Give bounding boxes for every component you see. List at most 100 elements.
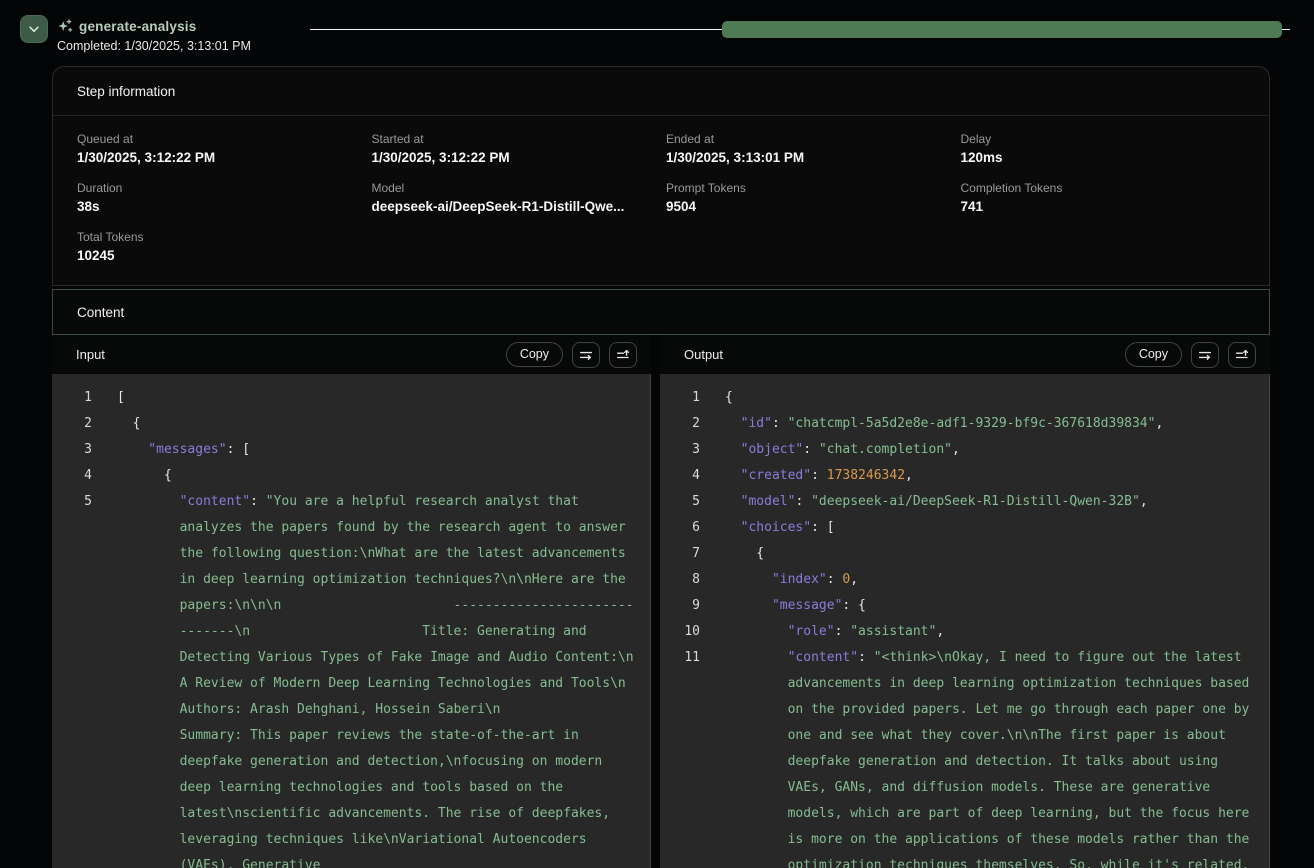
line-content: "message": { (725, 593, 1269, 619)
content-section-header: Content (52, 289, 1270, 335)
line-number: 4 (660, 463, 700, 489)
line-number: 5 (660, 489, 700, 515)
input-wrap-text-button[interactable] (572, 342, 600, 368)
line-number: 3 (52, 437, 92, 463)
field-value: 120ms (961, 150, 1246, 165)
code-line: 2 "id": "chatcmpl-5a5d2e8e-adf1-9329-bf9c… (660, 411, 1269, 437)
output-panel: Output Copy (660, 335, 1270, 868)
line-content: { (725, 385, 1269, 411)
sparkles-icon (57, 18, 73, 35)
input-panel-title: Input (76, 347, 105, 362)
content-title: Content (77, 305, 124, 320)
input-scroll-top-button[interactable] (609, 342, 637, 368)
field-label: Model (372, 181, 657, 195)
scroll-top-icon (1234, 347, 1250, 363)
field-duration: Duration 38s (77, 181, 362, 214)
field-value: 9504 (666, 199, 951, 214)
field-label: Ended at (666, 132, 951, 146)
field-total-tokens: Total Tokens 10245 (77, 230, 362, 263)
field-completion-tokens: Completion Tokens741 (961, 181, 1246, 214)
code-line: 11 "content": "<think>\nOkay, I need to f… (660, 645, 1269, 868)
wrap-text-icon (578, 347, 594, 363)
code-line: 4 "created": 1738246342, (660, 463, 1269, 489)
line-number: 1 (52, 385, 92, 411)
line-content: "content": "<think>\nOkay, I need to fig… (725, 645, 1269, 868)
field-value: 10245 (77, 248, 362, 263)
line-content: { (725, 541, 1269, 567)
line-number: 4 (52, 463, 92, 489)
field-value: 1/30/2025, 3:13:01 PM (666, 150, 951, 165)
code-line: 4{ (52, 463, 650, 489)
timeline-step-bar[interactable] (722, 21, 1282, 38)
field-label: Total Tokens (77, 230, 362, 244)
line-number: 8 (660, 567, 700, 593)
field-label: Duration (77, 181, 362, 195)
code-line: 10 "role": "assistant", (660, 619, 1269, 645)
output-code-editor[interactable]: 1{2"id": "chatcmpl-5a5d2e8e-adf1-9329-bf… (660, 374, 1270, 868)
code-line: 5 "content": "You are a helpful research … (52, 489, 650, 868)
field-value: 38s (77, 199, 362, 214)
output-panel-title: Output (684, 347, 723, 362)
line-content: "created": 1738246342, (725, 463, 1269, 489)
step-information-panel: Step information Queued at 1/30/2025, 3:1… (52, 66, 1270, 286)
wrap-text-icon (1197, 347, 1213, 363)
line-number: 3 (660, 437, 700, 463)
code-line: 1[ (52, 385, 650, 411)
input-code-editor[interactable]: 1[2{3"messages": [4{5"content": "You are… (52, 374, 651, 868)
step-completed-timestamp: Completed: 1/30/2025, 3:13:01 PM (57, 39, 251, 53)
field-label: Delay (961, 132, 1246, 146)
output-wrap-text-button[interactable] (1191, 342, 1219, 368)
line-number: 1 (660, 385, 700, 411)
code-line: 9 "message": { (660, 593, 1269, 619)
line-content: "content": "You are a helpful research a… (117, 489, 650, 868)
line-number: 5 (52, 489, 92, 515)
field-ended-at: Ended at 1/30/2025, 3:13:01 PM (666, 132, 951, 165)
line-content: "choices": [ (725, 515, 1269, 541)
line-number: 7 (660, 541, 700, 567)
output-scroll-top-button[interactable] (1228, 342, 1256, 368)
code-line: 7{ (660, 541, 1269, 567)
copy-button-label: Copy (520, 347, 549, 361)
field-value: 1/30/2025, 3:12:22 PM (77, 150, 362, 165)
code-line: 3 "messages": [ (52, 437, 650, 463)
step-fields-grid: Queued at1/30/2025, 3:12:22 PMStarted at… (53, 116, 1269, 285)
step-information-title: Step information (53, 67, 1269, 116)
input-copy-button[interactable]: Copy (506, 342, 563, 367)
chevron-down-icon (27, 22, 41, 36)
field-label: Prompt Tokens (666, 181, 951, 195)
input-panel: Input Copy (52, 335, 651, 868)
step-title: generate-analysis (79, 19, 196, 34)
field-label: Queued at (77, 132, 362, 146)
field-label: Completion Tokens (961, 181, 1246, 195)
code-line: 1{ (660, 385, 1269, 411)
line-content: "index": 0, (725, 567, 1269, 593)
field-value: deepseek-ai/DeepSeek-R1-Distill-Qwe... (372, 199, 657, 214)
line-content: "id": "chatcmpl-5a5d2e8e-adf1-9329-bf9c-… (725, 411, 1269, 437)
line-number: 10 (660, 619, 700, 645)
field-value: 1/30/2025, 3:12:22 PM (372, 150, 657, 165)
line-content: { (117, 411, 650, 437)
line-content: "messages": [ (117, 437, 650, 463)
line-content: "object": "chat.completion", (725, 437, 1269, 463)
field-queued-at: Queued at 1/30/2025, 3:12:22 PM (77, 132, 362, 165)
field-model: Model deepseek-ai/DeepSeek-R1-Distill-Qwe… (372, 181, 657, 214)
line-content: { (117, 463, 650, 489)
line-number: 9 (660, 593, 700, 619)
field-label: Started at (372, 132, 657, 146)
line-number: 2 (52, 411, 92, 437)
code-line: 3 "object": "chat.completion", (660, 437, 1269, 463)
field-prompt-tokens: Prompt Tokens 9504 (666, 181, 951, 214)
copy-button-label: Copy (1139, 347, 1168, 361)
field-delay: Delay 120ms (961, 132, 1246, 165)
line-content: "model": "deepseek-ai/DeepSeek-R1-Distil… (725, 489, 1269, 515)
code-line: 2{ (52, 411, 650, 437)
line-number: 11 (660, 645, 700, 671)
field-started-at: Started at 1/30/2025, 3:12:22 PM (372, 132, 657, 165)
collapse-step-button[interactable] (20, 15, 48, 43)
line-content: [ (117, 385, 650, 411)
output-copy-button[interactable]: Copy (1125, 342, 1182, 367)
line-content: "role": "assistant", (725, 619, 1269, 645)
scroll-top-icon (615, 347, 631, 363)
step-header: generate-analysis Completed: 1/30/2025, … (0, 0, 1314, 66)
line-number: 2 (660, 411, 700, 437)
